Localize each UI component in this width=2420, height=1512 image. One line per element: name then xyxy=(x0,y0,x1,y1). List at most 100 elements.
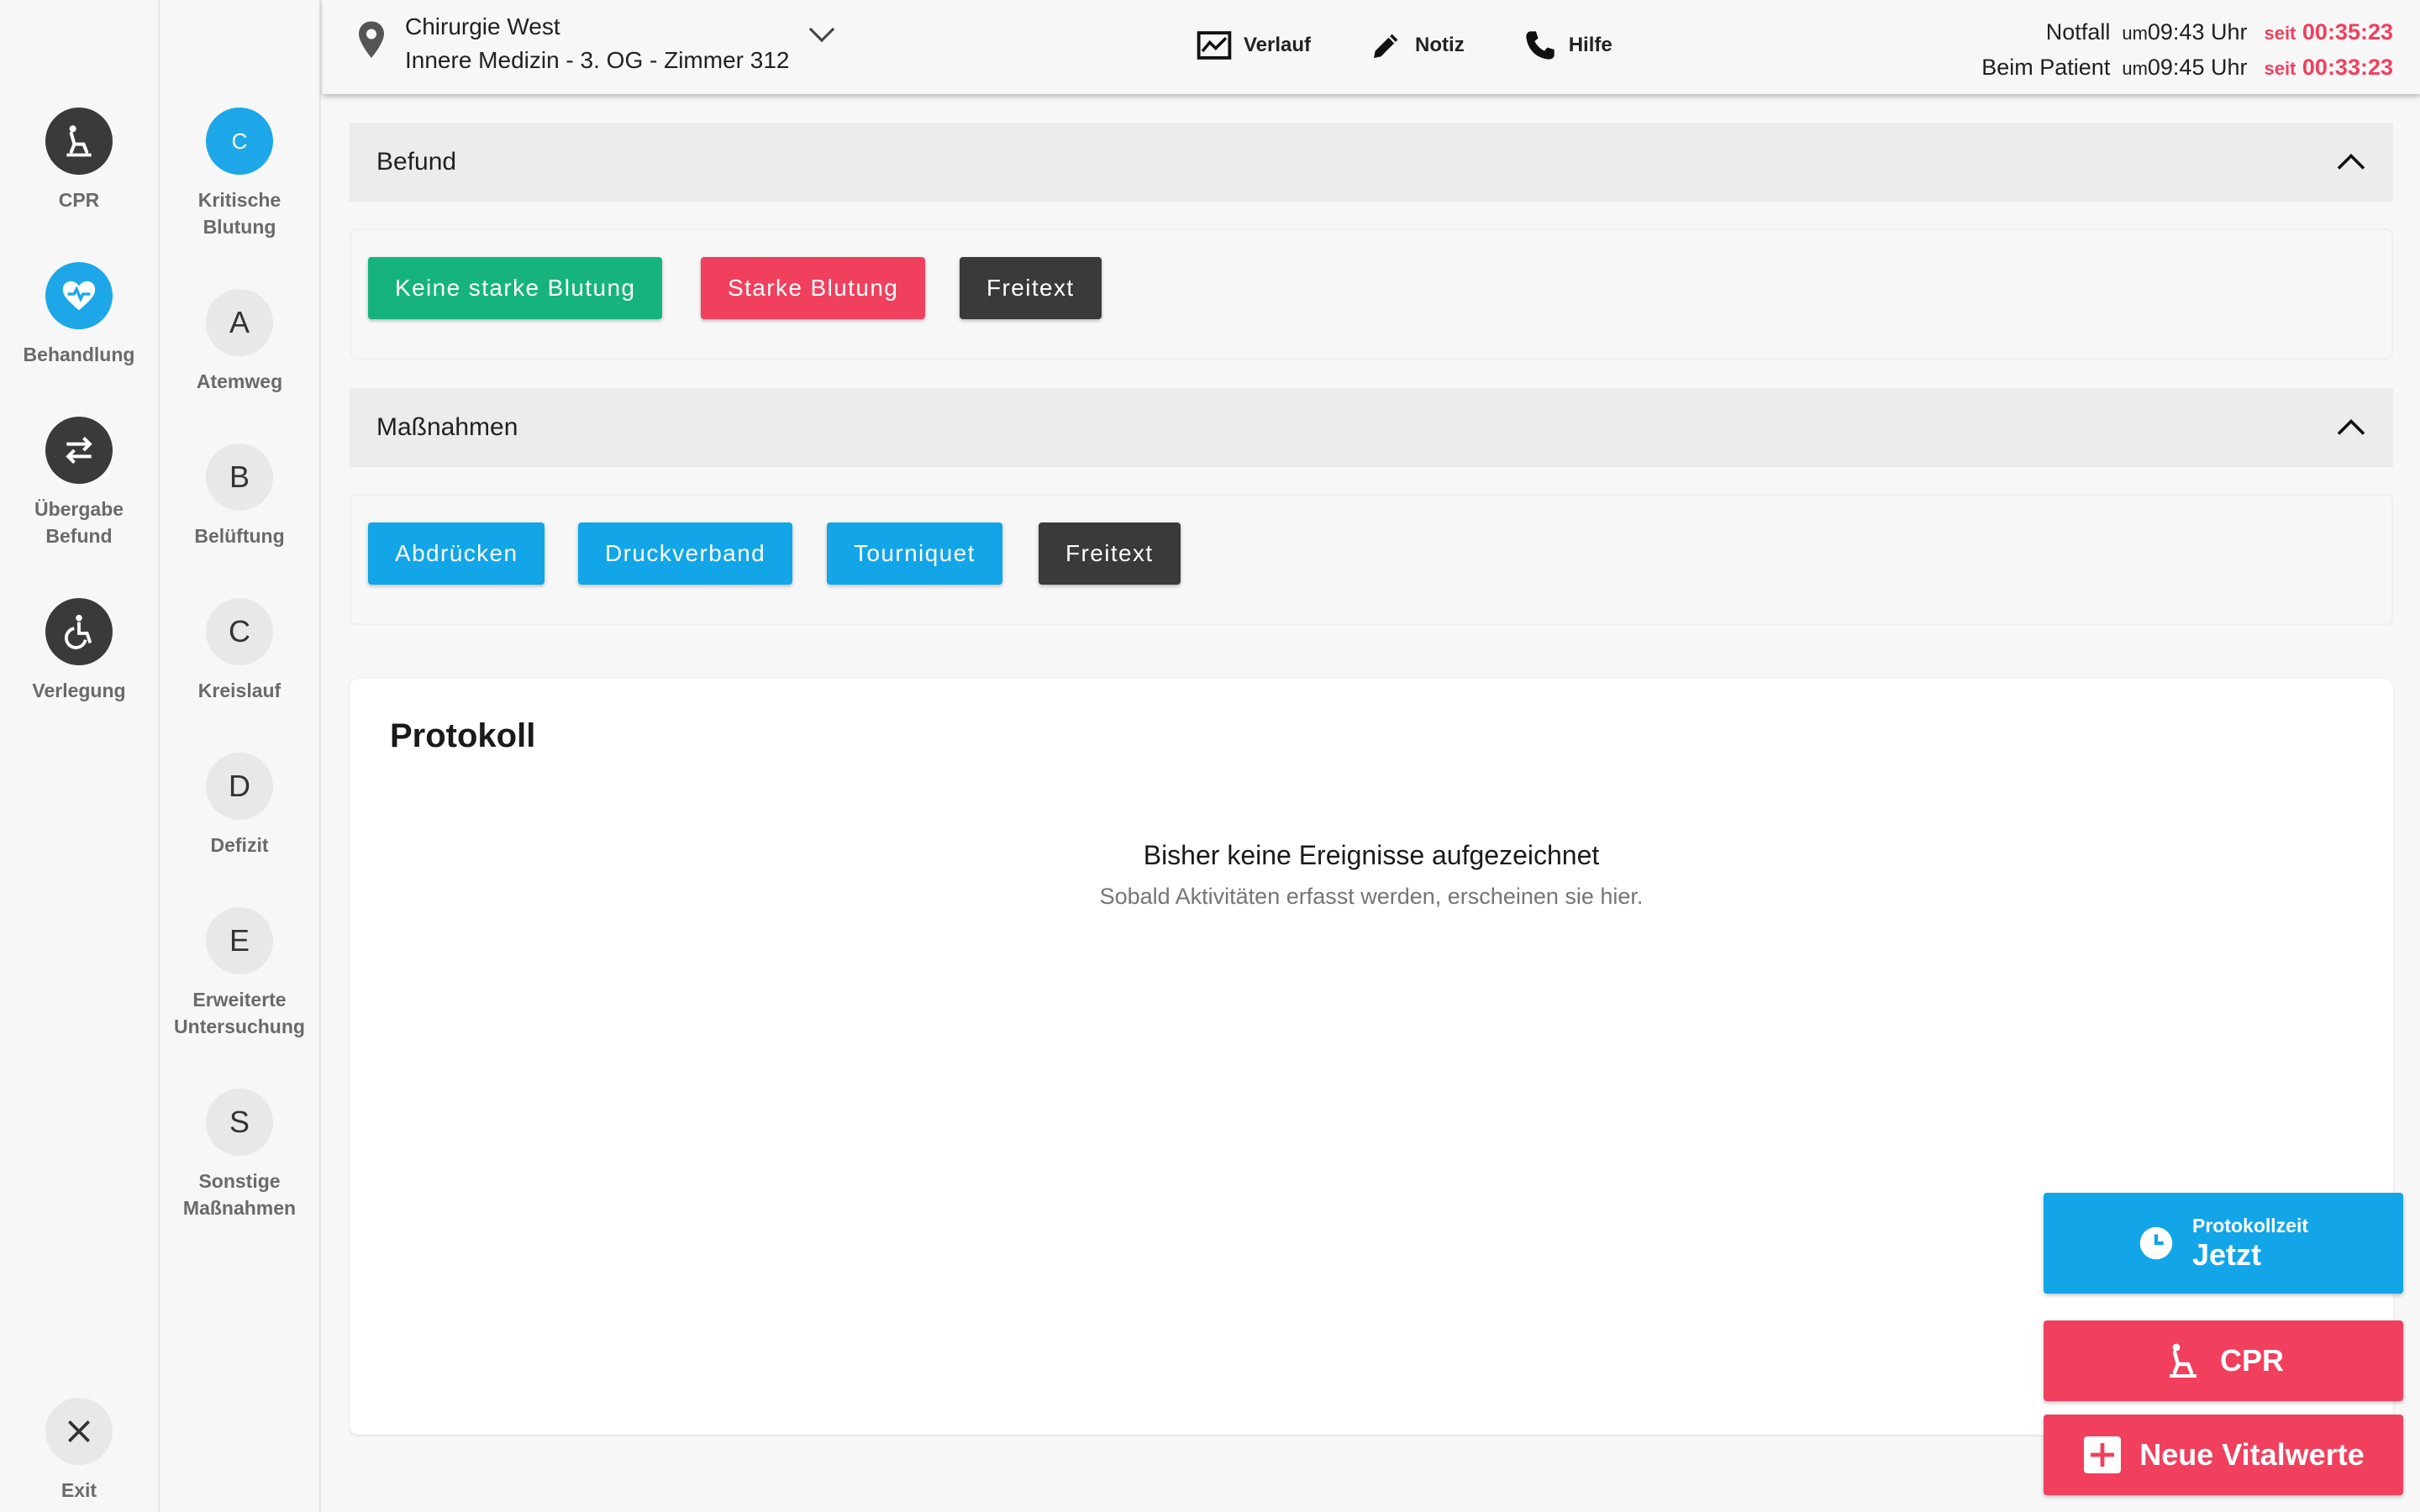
swap-icon xyxy=(45,417,113,484)
verlauf-label: Verlauf xyxy=(1244,34,1312,56)
keine-starke-blutung-button[interactable]: Keine starke Blutung xyxy=(368,257,663,319)
nav-abcde-sonstige-massnahmen[interactable]: S Sonstige Maßnahmen xyxy=(160,1089,319,1221)
protokoll-title: Protokoll xyxy=(390,717,536,754)
massnahmen-header[interactable]: Maßnahmen xyxy=(350,388,2393,467)
abcde-letter: B xyxy=(229,459,250,494)
nav-abcde-defizit[interactable]: D Defizit xyxy=(160,753,319,858)
abcde-letter: C xyxy=(231,128,248,154)
abcde-letter-badge: C xyxy=(206,598,273,665)
neue-vitalwerte-label: Neue Vitalwerte xyxy=(2139,1437,2365,1472)
chevron-down-icon xyxy=(809,27,835,43)
primary-nav: CPR Behandlung Übergabe Befund Verlegung… xyxy=(0,0,160,1512)
abcde-letter: E xyxy=(229,923,250,958)
protokollzeit-label: Protokollzeit xyxy=(2191,1214,2308,1236)
empty-state-title: Bisher keine Ereignisse aufgezeichnet xyxy=(1143,840,1600,870)
location-line1: Chirurgie West xyxy=(405,13,560,39)
tourniquet-button[interactable]: Tourniquet xyxy=(827,522,1002,585)
location-text: Chirurgie West Innere Medizin - 3. OG - … xyxy=(405,10,789,77)
protokollzeit-text: Protokollzeit Jetzt xyxy=(2192,1215,2308,1273)
nav-label: Übergabe Befund xyxy=(34,498,124,547)
nav-abcde-kreislauf[interactable]: C Kreislauf xyxy=(160,598,319,704)
time-row-beim-patient: Beim Patient um09:45 Uhr seit 00:33:23 xyxy=(1981,50,2393,86)
hilfe-button[interactable]: Hilfe xyxy=(1523,29,1612,62)
nav-label: Atemweg xyxy=(196,370,283,392)
nav-label: Exit xyxy=(60,1479,97,1501)
abcde-letter-badge: A xyxy=(206,289,273,356)
nav-item-verlegung[interactable]: Verlegung xyxy=(0,598,158,704)
location-line2: Innere Medizin - 3. OG - Zimmer 312 xyxy=(405,47,790,73)
um-text: um xyxy=(2122,23,2148,44)
notiz-label: Notiz xyxy=(1415,34,1465,56)
chart-icon xyxy=(1197,31,1232,60)
neue-vitalwerte-button[interactable]: Neue Vitalwerte xyxy=(2044,1415,2403,1495)
befund-body: Keine starke Blutung Starke Blutung Frei… xyxy=(350,228,2393,360)
nav-item-cpr[interactable]: CPR xyxy=(0,108,158,213)
abdruecken-button[interactable]: Abdrücken xyxy=(368,522,545,585)
um-text: um xyxy=(2122,58,2148,79)
massnahmen-body: Abdrücken Druckverband Tourniquet Freite… xyxy=(350,494,2393,625)
abcde-letter-badge: S xyxy=(206,1089,273,1156)
nav-label: Defizit xyxy=(210,834,269,856)
nav-label: Behandlung xyxy=(23,344,135,365)
abcde-nav: C Kritische Blutung A Atemweg B Belüftun… xyxy=(160,0,321,1512)
time-label: Beim Patient xyxy=(1981,55,2111,80)
massnahmen-freitext-button[interactable]: Freitext xyxy=(1039,522,1181,585)
nav-label: Sonstige Maßnahmen xyxy=(182,1170,297,1219)
protokollzeit-value: Jetzt xyxy=(2191,1236,2262,1272)
nav-abcde-kritische-blutung[interactable]: C Kritische Blutung xyxy=(160,108,319,240)
wheelchair-icon xyxy=(45,598,113,665)
phone-icon xyxy=(1526,31,1555,60)
nav-label: Verlegung xyxy=(32,680,126,701)
nav-abcde-belueftung[interactable]: B Belüftung xyxy=(160,444,319,549)
time-display: Notfall um09:43 Uhr seit 00:35:23 Beim Pat… xyxy=(1981,15,2393,86)
cpr-fab-button[interactable]: CPR xyxy=(2044,1320,2403,1401)
cpr-icon xyxy=(45,108,113,175)
abcde-letter-badge: B xyxy=(206,444,273,511)
hilfe-label: Hilfe xyxy=(1568,34,1612,56)
cpr-icon xyxy=(2169,1343,2196,1378)
protokollzeit-button[interactable]: Protokollzeit Jetzt xyxy=(2044,1193,2403,1294)
location-pin-icon xyxy=(359,21,384,58)
time-value: 09:43 Uhr xyxy=(2147,19,2248,45)
starke-blutung-button[interactable]: Starke Blutung xyxy=(701,257,926,319)
befund-freitext-button[interactable]: Freitext xyxy=(960,257,1102,319)
nav-label: Kritische Blutung xyxy=(197,189,281,238)
nav-label: Kreislauf xyxy=(197,680,281,701)
abcde-letter: C xyxy=(229,614,250,648)
abcde-letter-badge: C xyxy=(206,108,273,175)
nav-label: Belüftung xyxy=(194,525,285,547)
nav-abcde-erweiterte-untersuchung[interactable]: E Erweiterte Untersuchung xyxy=(160,907,319,1040)
pencil-icon xyxy=(1374,34,1398,58)
befund-header[interactable]: Befund xyxy=(350,123,2393,202)
location-selector[interactable]: Chirurgie West Innere Medizin - 3. OG - … xyxy=(356,10,836,77)
abcde-letter: S xyxy=(229,1105,250,1139)
time-value: 09:45 Uhr xyxy=(2147,55,2248,80)
druckverband-button[interactable]: Druckverband xyxy=(578,522,793,585)
seit-text: seit xyxy=(2264,58,2296,79)
chevron-up-icon xyxy=(2337,418,2365,435)
abcde-letter: A xyxy=(229,305,250,339)
chevron-up-icon xyxy=(2337,153,2365,170)
nav-label: CPR xyxy=(58,189,100,211)
cpr-fab-label: CPR xyxy=(2219,1343,2284,1378)
clock-icon xyxy=(2139,1226,2173,1260)
seit-text: seit xyxy=(2264,23,2296,44)
nav-item-uebergabe[interactable]: Übergabe Befund xyxy=(0,417,158,549)
toolbar: Verlauf Notiz Hilfe xyxy=(1197,29,1671,62)
verlauf-button[interactable]: Verlauf xyxy=(1197,29,1311,62)
close-icon xyxy=(45,1398,113,1465)
heart-pulse-icon xyxy=(45,262,113,329)
nav-item-exit[interactable]: Exit xyxy=(0,1398,158,1504)
top-bar: Chirurgie West Innere Medizin - 3. OG - … xyxy=(323,0,2420,94)
abcde-letter-badge: D xyxy=(206,753,273,820)
nav-label: Erweiterte Untersuchung xyxy=(174,989,305,1037)
nav-item-behandlung[interactable]: Behandlung xyxy=(0,262,158,368)
time-row-notfall: Notfall um09:43 Uhr seit 00:35:23 xyxy=(1981,15,2393,50)
time-label: Notfall xyxy=(2045,19,2111,45)
duration-value: 00:33:23 xyxy=(2302,55,2393,80)
plus-box-icon xyxy=(2084,1436,2122,1473)
nav-abcde-atemweg[interactable]: A Atemweg xyxy=(160,289,319,395)
section-title: Befund xyxy=(376,148,457,176)
notiz-button[interactable]: Notiz xyxy=(1370,29,1465,62)
abcde-letter-badge: E xyxy=(206,907,273,974)
